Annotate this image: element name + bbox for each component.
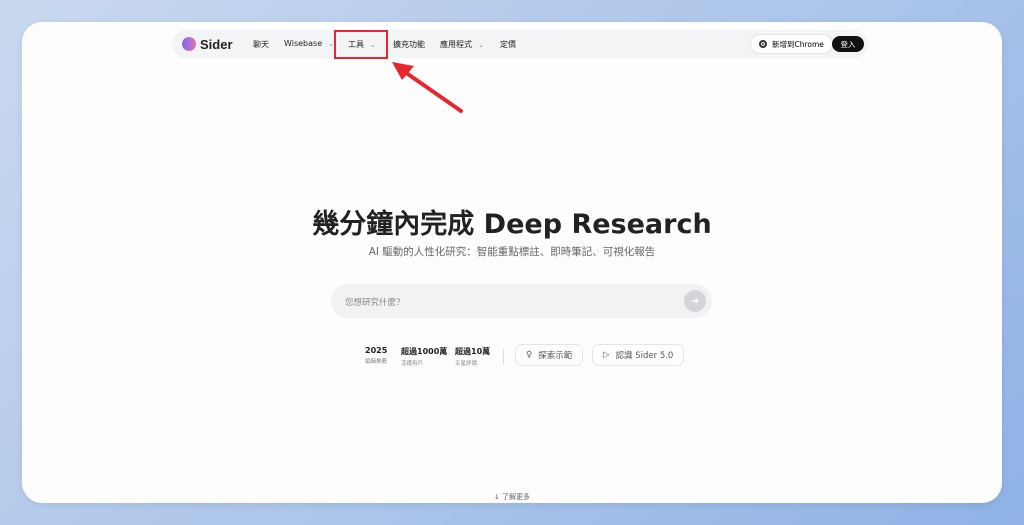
annotation-arrow — [392, 62, 463, 113]
arrow-shaft — [400, 68, 463, 113]
